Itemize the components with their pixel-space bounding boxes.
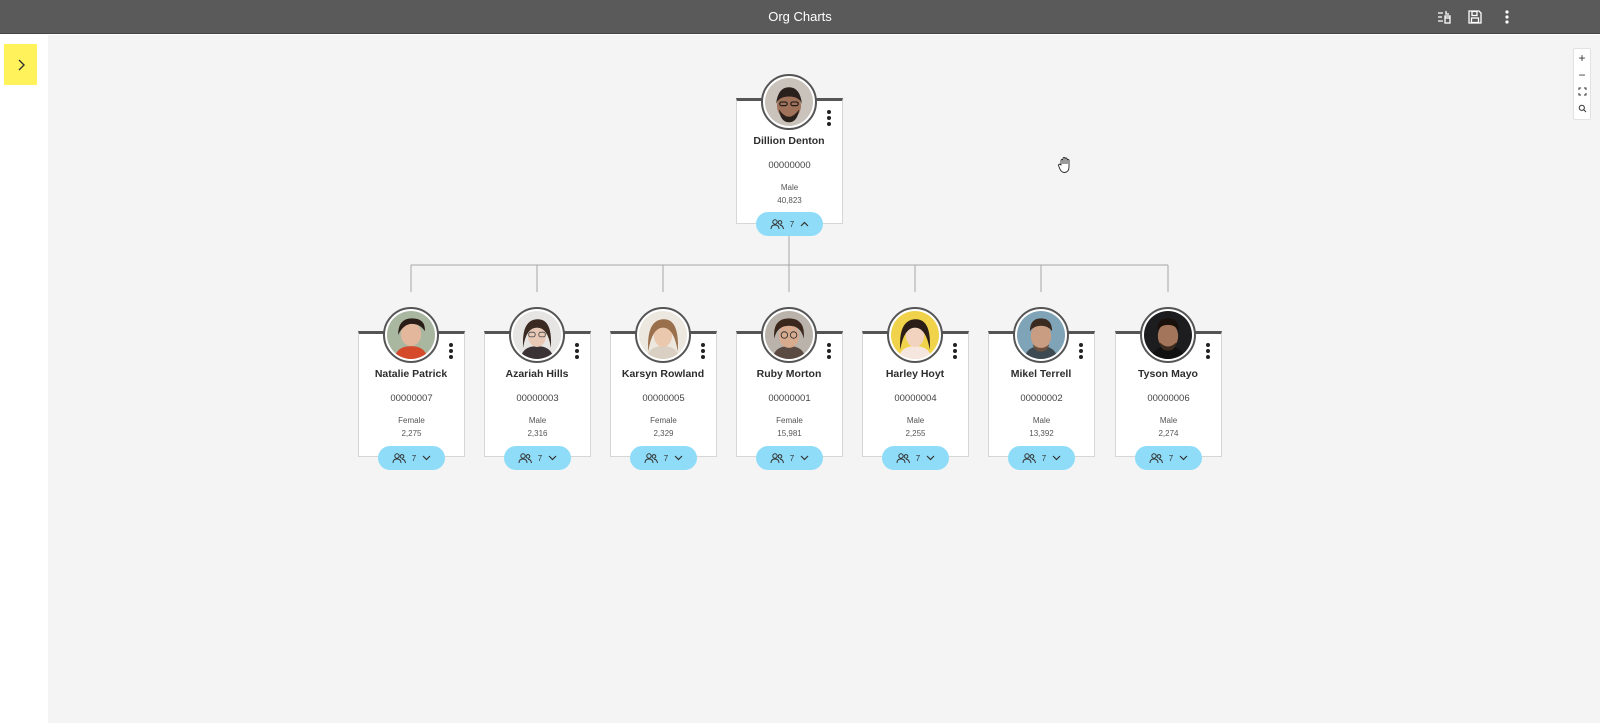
sidebar-toggle-button[interactable] xyxy=(4,44,37,85)
node-id: 00000006 xyxy=(1147,393,1190,404)
node-value: 15,981 xyxy=(777,429,802,438)
fit-screen-icon xyxy=(1578,87,1586,96)
node-name: Natalie Patrick xyxy=(374,368,448,380)
chevron-up-icon xyxy=(800,221,809,227)
avatar xyxy=(383,307,439,363)
app-title: Org Charts xyxy=(768,9,832,24)
more-vertical-icon[interactable] xyxy=(1497,7,1517,27)
zoom-in-button[interactable]: + xyxy=(1574,49,1590,66)
chevron-down-icon xyxy=(674,455,683,461)
save-icon[interactable] xyxy=(1465,7,1485,27)
node-menu-button[interactable] xyxy=(1203,340,1213,362)
node-name: Karsyn Rowland xyxy=(621,368,705,380)
reports-count: 7 xyxy=(789,453,795,463)
reports-count: 7 xyxy=(789,219,795,229)
chevron-right-icon xyxy=(18,59,25,70)
node-id: 00000005 xyxy=(642,393,685,404)
node-menu-button[interactable] xyxy=(446,340,456,362)
node-value: 2,329 xyxy=(653,429,674,438)
zoom-out-icon: − xyxy=(1578,67,1586,82)
avatar xyxy=(1013,307,1069,363)
node-menu-button[interactable] xyxy=(950,340,960,362)
node-value: 13,392 xyxy=(1029,429,1054,438)
node-menu-button[interactable] xyxy=(572,340,582,362)
avatar xyxy=(761,74,817,130)
people-icon xyxy=(644,452,658,463)
node-value: 40,823 xyxy=(777,196,802,205)
people-icon xyxy=(518,452,532,463)
node-gender: Male xyxy=(1159,416,1178,425)
reports-count: 7 xyxy=(1041,453,1047,463)
node-gender: Male xyxy=(528,416,547,425)
node-name: Mikel Terrell xyxy=(1010,368,1072,380)
node-name: Ruby Morton xyxy=(756,368,822,380)
expand-reports-button[interactable]: 7 xyxy=(378,446,445,470)
node-id: 00000002 xyxy=(1020,393,1063,404)
people-icon xyxy=(392,452,406,463)
node-value: 2,255 xyxy=(905,429,926,438)
expand-reports-button[interactable]: 7 xyxy=(504,446,571,470)
avatar xyxy=(761,307,817,363)
people-icon xyxy=(1022,452,1036,463)
node-menu-button[interactable] xyxy=(1076,340,1086,362)
node-name: Azariah Hills xyxy=(505,368,569,380)
node-gender: Female xyxy=(776,416,803,425)
node-id: 00000007 xyxy=(390,393,433,404)
node-id: 00000001 xyxy=(768,393,811,404)
node-id: 00000003 xyxy=(516,393,559,404)
node-name: Tyson Mayo xyxy=(1138,368,1198,380)
node-name: Harley Hoyt xyxy=(885,368,945,380)
zoom-in-icon: + xyxy=(1578,50,1586,65)
left-panel-strip xyxy=(0,35,48,723)
app-header: Org Charts xyxy=(0,0,1600,34)
expand-reports-button[interactable]: 7 xyxy=(882,446,949,470)
node-id: 00000004 xyxy=(894,393,937,404)
reports-count: 7 xyxy=(411,453,417,463)
search-button[interactable] xyxy=(1574,100,1590,117)
avatar xyxy=(1140,307,1196,363)
collapse-reports-button[interactable]: 7 xyxy=(756,212,823,236)
people-icon xyxy=(1149,452,1163,463)
node-gender: Female xyxy=(398,416,425,425)
expand-reports-button[interactable]: 7 xyxy=(1135,446,1202,470)
node-id: 00000000 xyxy=(768,160,811,171)
expand-reports-button[interactable]: 7 xyxy=(756,446,823,470)
node-menu-button[interactable] xyxy=(824,340,834,362)
hand-cursor-icon xyxy=(1058,157,1070,173)
search-icon xyxy=(1578,104,1586,113)
chevron-down-icon xyxy=(1179,455,1188,461)
expand-reports-button[interactable]: 7 xyxy=(1008,446,1075,470)
node-gender: Male xyxy=(1032,416,1051,425)
node-name: Dillion Denton xyxy=(753,135,825,147)
reports-count: 7 xyxy=(537,453,543,463)
fit-screen-button[interactable] xyxy=(1574,83,1590,100)
chevron-down-icon xyxy=(422,455,431,461)
chevron-down-icon xyxy=(926,455,935,461)
expand-reports-button[interactable]: 7 xyxy=(630,446,697,470)
reports-count: 7 xyxy=(915,453,921,463)
node-value: 2,274 xyxy=(1158,429,1179,438)
node-menu-button[interactable] xyxy=(824,107,834,129)
people-icon xyxy=(896,452,910,463)
sync-fields-icon[interactable] xyxy=(1434,7,1454,27)
reports-count: 7 xyxy=(663,453,669,463)
chevron-down-icon xyxy=(548,455,557,461)
chevron-down-icon xyxy=(800,455,809,461)
chevron-down-icon xyxy=(1052,455,1061,461)
people-icon xyxy=(770,452,784,463)
node-value: 2,275 xyxy=(401,429,422,438)
node-gender: Male xyxy=(906,416,925,425)
people-icon xyxy=(770,218,784,229)
node-menu-button[interactable] xyxy=(698,340,708,362)
avatar xyxy=(887,307,943,363)
node-value: 2,316 xyxy=(527,429,548,438)
avatar xyxy=(635,307,691,363)
node-gender: Male xyxy=(780,183,799,192)
reports-count: 7 xyxy=(1168,453,1174,463)
avatar xyxy=(509,307,565,363)
zoom-out-button[interactable]: − xyxy=(1574,66,1590,83)
node-gender: Female xyxy=(650,416,677,425)
zoom-controls: + − xyxy=(1573,48,1591,120)
